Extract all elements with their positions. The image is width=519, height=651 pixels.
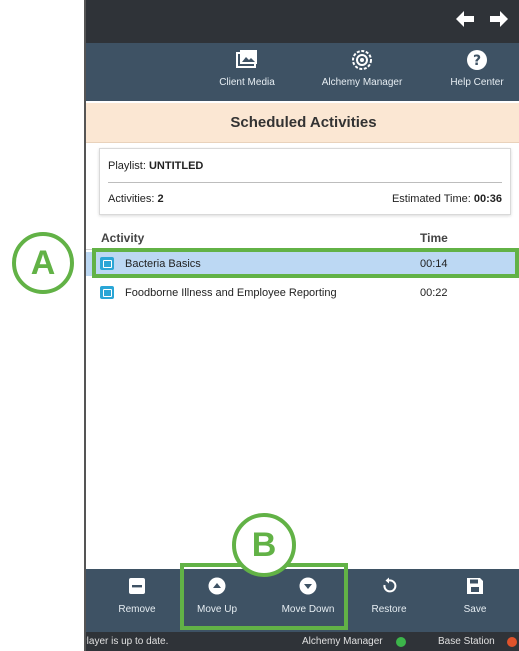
gear-icon (351, 49, 373, 71)
column-header-time: Time (420, 231, 448, 245)
minus-circle-icon (507, 637, 517, 647)
page-title: Scheduled Activities (86, 103, 519, 143)
activity-list-header: Activity Time (86, 224, 519, 250)
estimated-time-line: Estimated Time: 00:36 (392, 193, 502, 205)
question-icon: ? (466, 49, 488, 71)
remove-button[interactable]: Remove (102, 577, 172, 627)
save-icon (466, 577, 484, 595)
screenshot-stage: Client Media Alchemy Manager ? Help Cent… (0, 0, 519, 651)
playlist-line: Playlist: UNTITLED (108, 160, 203, 172)
callout-a: A (12, 232, 74, 294)
client-media-label: Client Media (219, 77, 275, 88)
summary-divider (108, 182, 502, 183)
activity-time: 00:22 (420, 287, 448, 299)
arrow-left-icon[interactable] (454, 10, 476, 30)
playlist-name: UNTITLED (148, 160, 204, 172)
alchemy-manager-button[interactable]: Alchemy Manager (312, 49, 412, 97)
highlight-box-a (92, 248, 519, 278)
activities-label: Activities: (108, 193, 158, 205)
save-button[interactable]: Save (440, 577, 510, 627)
table-row[interactable]: Foodborne Illness and Employee Reporting… (86, 281, 519, 305)
minus-square-icon (128, 577, 146, 595)
activities-count-line: Activities: 2 (108, 193, 164, 205)
playlist-label: Playlist: (108, 160, 149, 172)
status-manager-label: Alchemy Manager (302, 636, 383, 647)
image-icon (236, 49, 258, 71)
alchemy-manager-label: Alchemy Manager (321, 77, 403, 88)
main-menu-bar: Client Media Alchemy Manager ? Help Cent… (86, 43, 519, 101)
column-header-activity: Activity (101, 231, 145, 245)
save-label: Save (463, 604, 487, 615)
check-circle-icon (396, 637, 406, 647)
playlist-summary-card: Playlist: UNTITLED Activities: 2 Estimat… (99, 148, 511, 215)
remove-label: Remove (118, 604, 156, 615)
callout-b: B (232, 513, 296, 577)
help-center-button[interactable]: ? Help Center (440, 49, 514, 97)
activity-name: Foodborne Illness and Employee Reporting (125, 287, 337, 299)
estimated-time-value: 00:36 (473, 193, 502, 205)
status-base-station-label: Base Station (438, 636, 495, 647)
client-media-button[interactable]: Client Media (212, 49, 282, 97)
arrow-right-icon[interactable] (488, 10, 510, 30)
top-bar (86, 0, 519, 43)
restore-label: Restore (371, 604, 407, 615)
restore-button[interactable]: Restore (354, 577, 424, 627)
activity-icon (100, 286, 114, 299)
undo-icon (380, 577, 398, 595)
app-window: Client Media Alchemy Manager ? Help Cent… (84, 0, 519, 651)
status-message: Player is up to date. (84, 636, 169, 647)
status-bar: Player is up to date. Alchemy Manager Ba… (86, 632, 519, 651)
svg-text:?: ? (473, 53, 481, 69)
help-center-label: Help Center (450, 77, 504, 88)
estimated-time-label: Estimated Time: (391, 193, 474, 205)
activities-count: 2 (157, 193, 164, 205)
